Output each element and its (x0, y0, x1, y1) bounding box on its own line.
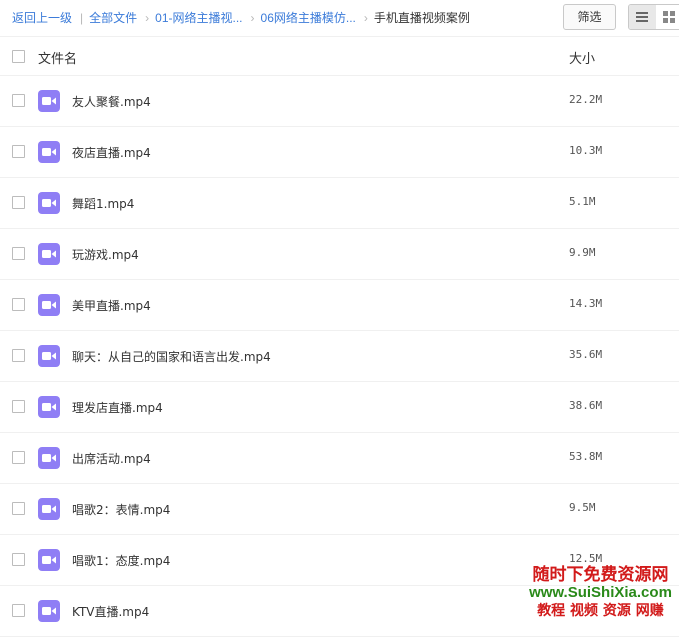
file-size: 53.8M (569, 450, 602, 463)
video-file-icon (38, 447, 60, 469)
file-size: 22.2M (569, 93, 602, 106)
file-name[interactable]: KTV直播.mp4 (72, 603, 149, 620)
file-name[interactable]: 唱歌1：态度.mp4 (72, 552, 170, 569)
breadcrumb-separator: › (364, 11, 368, 25)
video-file-icon (38, 192, 60, 214)
file-size: 35.6M (569, 348, 602, 361)
row-checkbox[interactable] (12, 604, 25, 617)
row-checkbox[interactable] (12, 145, 25, 158)
list-view-icon[interactable] (629, 5, 656, 29)
file-name[interactable]: 玩游戏.mp4 (72, 246, 139, 263)
row-checkbox[interactable] (12, 94, 25, 107)
video-file-icon (38, 498, 60, 520)
breadcrumb-separator: › (145, 11, 149, 25)
video-file-icon (38, 294, 60, 316)
table-row[interactable]: 聊天：从自己的国家和语言出发.mp4 35.6M (0, 331, 679, 382)
column-header-size[interactable]: 大小 (569, 48, 595, 67)
table-row[interactable]: 唱歌1：态度.mp4 12.5M (0, 535, 679, 586)
breadcrumb-all-files[interactable]: 全部文件 (89, 11, 137, 25)
table-row[interactable]: 舞蹈1.mp4 5.1M (0, 178, 679, 229)
row-checkbox[interactable] (12, 349, 25, 362)
row-checkbox[interactable] (12, 247, 25, 260)
row-checkbox[interactable] (12, 298, 25, 311)
table-row[interactable]: 唱歌2：表情.mp4 9.5M (0, 484, 679, 535)
breadcrumb: 返回上一级 | 全部文件 › 01-网络主播视... › 06网络主播模仿... › 手机直播视… (12, 9, 470, 27)
select-all-checkbox[interactable] (12, 50, 25, 63)
table-row[interactable]: 理发店直播.mp4 38.6M (0, 382, 679, 433)
file-name[interactable]: 出席活动.mp4 (72, 450, 151, 467)
table-row[interactable]: 夜店直播.mp4 10.3M (0, 127, 679, 178)
breadcrumb-current: 手机直播视频案例 (374, 11, 470, 25)
file-size: 10.3M (569, 144, 602, 157)
table-row[interactable]: 美甲直播.mp4 14.3M (0, 280, 679, 331)
breadcrumb-separator: › (251, 11, 255, 25)
row-checkbox[interactable] (12, 553, 25, 566)
file-list: 友人聚餐.mp4 22.2M 夜店直播.mp4 10.3M 舞蹈1.mp4 5.1M 玩游戏… (0, 76, 679, 637)
video-file-icon (38, 90, 60, 112)
file-name[interactable]: 友人聚餐.mp4 (72, 93, 151, 110)
video-file-icon (38, 141, 60, 163)
file-size: 9.5M (569, 501, 596, 514)
file-size: 9.9M (569, 246, 596, 259)
breadcrumb-folder-2[interactable]: 06网络主播模仿... (261, 11, 356, 25)
file-size: 5.1M (569, 195, 596, 208)
file-name[interactable]: 舞蹈1.mp4 (72, 195, 134, 212)
row-checkbox[interactable] (12, 400, 25, 413)
file-name[interactable]: 夜店直播.mp4 (72, 144, 151, 161)
file-size: 38.6M (569, 399, 602, 412)
file-name[interactable]: 唱歌2：表情.mp4 (72, 501, 170, 518)
column-header-name[interactable]: 文件名 (38, 48, 77, 67)
video-file-icon (38, 396, 60, 418)
filter-button[interactable]: 筛选 (563, 4, 616, 30)
file-name[interactable]: 美甲直播.mp4 (72, 297, 151, 314)
video-file-icon (38, 600, 60, 622)
row-checkbox[interactable] (12, 451, 25, 464)
file-size: 12.5M (569, 552, 602, 565)
view-toggle (628, 4, 679, 30)
back-link[interactable]: 返回上一级 (12, 11, 72, 25)
row-checkbox[interactable] (12, 502, 25, 515)
video-file-icon (38, 345, 60, 367)
video-file-icon (38, 549, 60, 571)
table-row[interactable]: 玩游戏.mp4 9.9M (0, 229, 679, 280)
file-size: 14.3M (569, 297, 602, 310)
video-file-icon (38, 243, 60, 265)
table-row[interactable]: KTV直播.mp4 (0, 586, 679, 637)
row-checkbox[interactable] (12, 196, 25, 209)
table-header: 文件名 大小 (0, 37, 679, 76)
breadcrumb-separator: | (80, 11, 83, 25)
top-toolbar: 返回上一级 | 全部文件 › 01-网络主播视... › 06网络主播模仿... › 手机直播视… (0, 0, 679, 37)
grid-view-icon[interactable] (656, 5, 679, 29)
table-row[interactable]: 出席活动.mp4 53.8M (0, 433, 679, 484)
table-row[interactable]: 友人聚餐.mp4 22.2M (0, 76, 679, 127)
file-name[interactable]: 聊天：从自己的国家和语言出发.mp4 (72, 348, 271, 365)
file-name[interactable]: 理发店直播.mp4 (72, 399, 163, 416)
breadcrumb-folder-1[interactable]: 01-网络主播视... (155, 11, 242, 25)
